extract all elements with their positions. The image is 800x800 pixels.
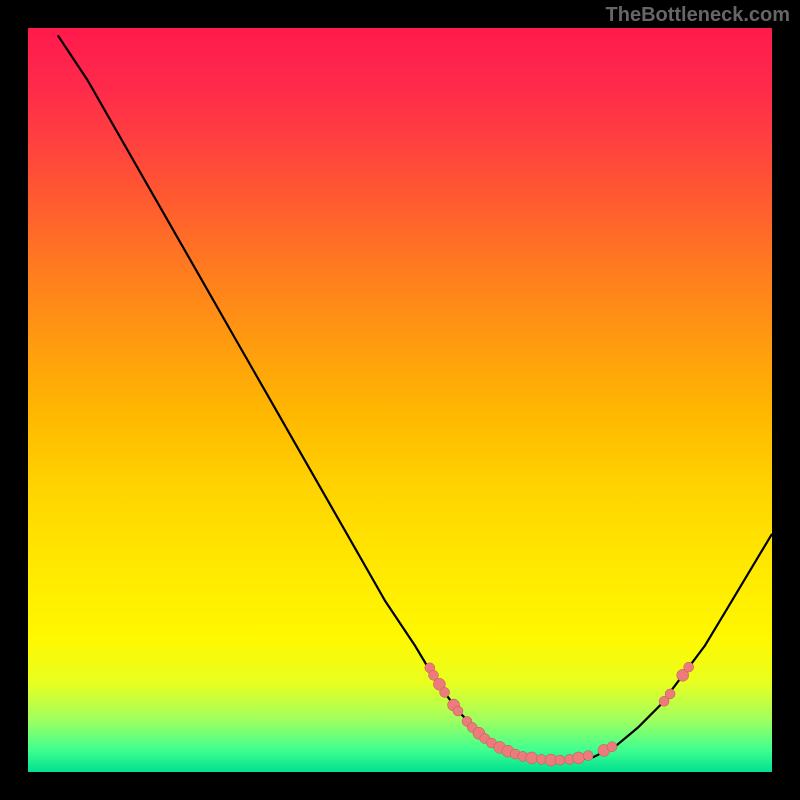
data-point — [665, 689, 675, 699]
data-point — [684, 662, 694, 672]
data-point — [526, 752, 538, 764]
bottleneck-curve — [58, 35, 772, 760]
data-points — [425, 662, 694, 766]
data-point — [453, 706, 463, 716]
data-point — [607, 742, 617, 752]
watermark-text: TheBottleneck.com — [606, 4, 790, 27]
chart-container: TheBottleneck.com — [0, 0, 800, 800]
data-point — [440, 687, 450, 697]
data-point — [555, 755, 565, 765]
curve-layer — [28, 28, 772, 772]
plot-area — [28, 28, 772, 772]
data-point — [573, 752, 585, 764]
data-point — [583, 751, 593, 761]
